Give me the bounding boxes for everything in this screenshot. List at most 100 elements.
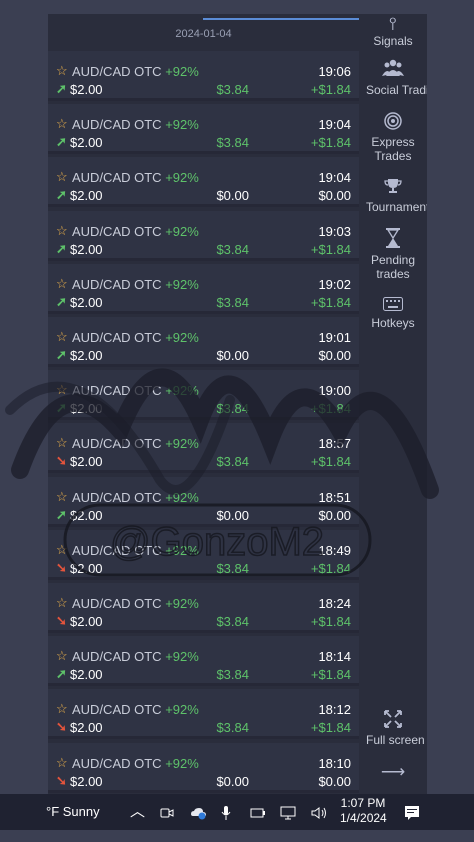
trade-time: 19:06 [318, 64, 351, 79]
arrow-up-right-icon: ➚ [56, 400, 67, 416]
full-screen-label: Full screen [366, 733, 425, 747]
trade-payout: $3.84 [216, 294, 249, 310]
hotkeys-button[interactable]: Hotkeys [359, 296, 427, 330]
trade-row[interactable]: ☆ AUD/CAD OTC +92% ➚ $2.00 $3.84 19:06 +$1.84 [48, 51, 359, 101]
history-date: 2024-01-04 [175, 28, 232, 40]
trade-stake: $2.00 [70, 560, 103, 576]
favorite-star-icon[interactable]: ☆ [56, 382, 68, 398]
arrow-down-right-icon: ➘ [56, 772, 67, 788]
trade-row[interactable]: ☆ AUD/CAD OTC +92% ➘ $2.00 $0.00 18:10 $0.00 [48, 742, 359, 793]
windows-taskbar: °F Sunny ︿ 1:07 PM 1/4/2024 [0, 794, 474, 830]
favorite-star-icon[interactable]: ☆ [56, 223, 68, 239]
taskbar-clock[interactable]: 1:07 PM 1/4/2024 [340, 796, 387, 826]
trade-payout: $3.84 [216, 241, 249, 257]
trade-payout: $0.00 [216, 348, 249, 363]
volume-icon[interactable] [311, 794, 329, 830]
trade-time: 18:10 [318, 755, 351, 771]
trade-profit: +$1.84 [310, 401, 351, 417]
trade-stake: $2.00 [70, 401, 103, 417]
network-icon[interactable] [280, 794, 298, 830]
trade-profit: $0.00 [318, 188, 351, 204]
trade-profit: +$1.84 [310, 667, 351, 683]
express-label-line2: Trades [374, 149, 412, 163]
favorite-star-icon[interactable]: ☆ [56, 701, 68, 717]
trade-row[interactable]: ☆ AUD/CAD OTC +92% ➘ $2.00 $3.84 18:12 +$1.84 [48, 689, 359, 740]
notifications-icon[interactable] [404, 794, 420, 830]
trade-row[interactable]: ☆ AUD/CAD OTC +92% ➘ $2.00 $3.84 18:24 +$1.84 [48, 583, 359, 633]
payout-percent: +92% [165, 223, 199, 239]
signals-button[interactable]: ⫯ Signals [359, 14, 427, 48]
trade-row[interactable]: ☆ AUD/CAD OTC +92% ➚ $2.00 $3.84 18:14 +$1.84 [48, 636, 359, 687]
pending-label-line1: Pending [370, 253, 416, 267]
favorite-star-icon[interactable]: ☆ [56, 116, 68, 132]
arrow-up-right-icon: ➚ [56, 506, 67, 522]
trade-profit: +$1.84 [310, 720, 351, 736]
trade-profit: $0.00 [318, 507, 351, 523]
favorite-star-icon[interactable]: ☆ [56, 489, 68, 505]
social-trading-button[interactable]: Social Trading [359, 58, 427, 97]
favorite-star-icon[interactable]: ☆ [56, 169, 68, 185]
trade-asset: AUD/CAD OTC +92% [72, 702, 199, 717]
battery-icon[interactable] [250, 794, 266, 830]
trade-profit: $0.00 [318, 348, 351, 363]
favorite-star-icon[interactable]: ☆ [56, 276, 68, 292]
trade-stake: $2.00 [70, 188, 103, 204]
trade-payout: $3.84 [216, 82, 249, 97]
arrow-up-right-icon: ➚ [56, 81, 67, 96]
microphone-icon[interactable] [221, 794, 231, 830]
arrow-up-right-icon: ➚ [56, 134, 67, 150]
trade-row[interactable]: ☆ AUD/CAD OTC +92% ➚ $2.00 $0.00 19:01 $0.00 [48, 317, 359, 367]
arrow-up-right-icon: ➚ [56, 347, 67, 362]
favorite-star-icon[interactable]: ☆ [56, 63, 68, 79]
trade-stake: $2.00 [70, 667, 103, 683]
favorite-star-icon[interactable]: ☆ [56, 542, 68, 558]
asset-name: AUD/CAD OTC [72, 330, 162, 345]
trade-payout: $3.84 [216, 614, 249, 629]
trade-stake: $2.00 [70, 241, 103, 257]
favorite-star-icon[interactable]: ☆ [56, 755, 68, 771]
trade-asset: AUD/CAD OTC +92% [72, 383, 199, 398]
trade-stake: $2.00 [70, 720, 103, 736]
trade-time: 18:57 [318, 436, 351, 452]
trade-time: 19:03 [318, 223, 351, 239]
trophy-icon [359, 177, 427, 200]
arrow-down-right-icon: ➘ [56, 613, 67, 628]
trade-profit: +$1.84 [310, 614, 351, 629]
meet-icon[interactable] [160, 794, 174, 830]
express-trades-button[interactable]: Express Trades [359, 112, 427, 163]
trade-payout: $0.00 [216, 773, 249, 789]
full-screen-button[interactable]: Full screen [359, 710, 427, 747]
trade-row[interactable]: ☆ AUD/CAD OTC +92% ➘ $2.00 $3.84 18:57 +$1.84 [48, 423, 359, 474]
trade-asset: AUD/CAD OTC +92% [72, 170, 199, 185]
trade-row[interactable]: ☆ AUD/CAD OTC +92% ➘ $2.00 $3.84 18:49 +$1.84 [48, 529, 359, 580]
trade-asset: AUD/CAD OTC +92% [72, 64, 199, 79]
asset-name: AUD/CAD OTC [72, 702, 162, 718]
pending-trades-button[interactable]: Pending trades [359, 228, 427, 281]
trade-profit: +$1.84 [310, 294, 351, 310]
weather-widget[interactable]: °F Sunny [46, 794, 100, 830]
trade-time: 19:02 [318, 276, 351, 292]
tournaments-label: Tournaments [366, 200, 427, 214]
trade-row[interactable]: ☆ AUD/CAD OTC +92% ➚ $2.00 $3.84 19:04 +$1.84 [48, 104, 359, 155]
trade-asset: AUD/CAD OTC +92% [72, 596, 199, 611]
onedrive-icon[interactable] [190, 794, 208, 830]
trade-profit: +$1.84 [310, 454, 351, 470]
hourglass-icon [359, 228, 427, 253]
trade-row[interactable]: ☆ AUD/CAD OTC +92% ➚ $2.00 $0.00 18:51 $0.00 [48, 476, 359, 527]
asset-name: AUD/CAD OTC [72, 170, 162, 186]
favorite-star-icon[interactable]: ☆ [56, 435, 68, 451]
arrow-up-right-icon: ➚ [56, 187, 67, 203]
trade-history-panel: 2024-01-04 ☆ AUD/CAD OTC +92% ➚ $2.00 $3.84 1… [48, 14, 359, 794]
chevron-up-icon[interactable]: ︿ [130, 794, 145, 830]
favorite-star-icon[interactable]: ☆ [56, 595, 68, 611]
trade-row[interactable]: ☆ AUD/CAD OTC +92% ➚ $2.00 $3.84 19:03 +$1.84 [48, 210, 359, 261]
tournaments-button[interactable]: Tournaments [359, 177, 427, 214]
arrow-up-right-icon: ➚ [56, 666, 67, 682]
favorite-star-icon[interactable]: ☆ [56, 648, 68, 664]
hotkeys-label: Hotkeys [371, 316, 415, 330]
trade-row[interactable]: ☆ AUD/CAD OTC +92% ➚ $2.00 $0.00 19:04 $0.00 [48, 157, 359, 208]
trade-row[interactable]: ☆ AUD/CAD OTC +92% ➚ $2.00 $3.84 19:00 +$1.84 [48, 370, 359, 421]
trade-row[interactable]: ☆ AUD/CAD OTC +92% ➚ $2.00 $3.84 19:02 +$1.84 [48, 263, 359, 314]
collapse-sidebar-button[interactable]: ⟶ [359, 762, 427, 782]
favorite-star-icon[interactable]: ☆ [56, 329, 68, 345]
